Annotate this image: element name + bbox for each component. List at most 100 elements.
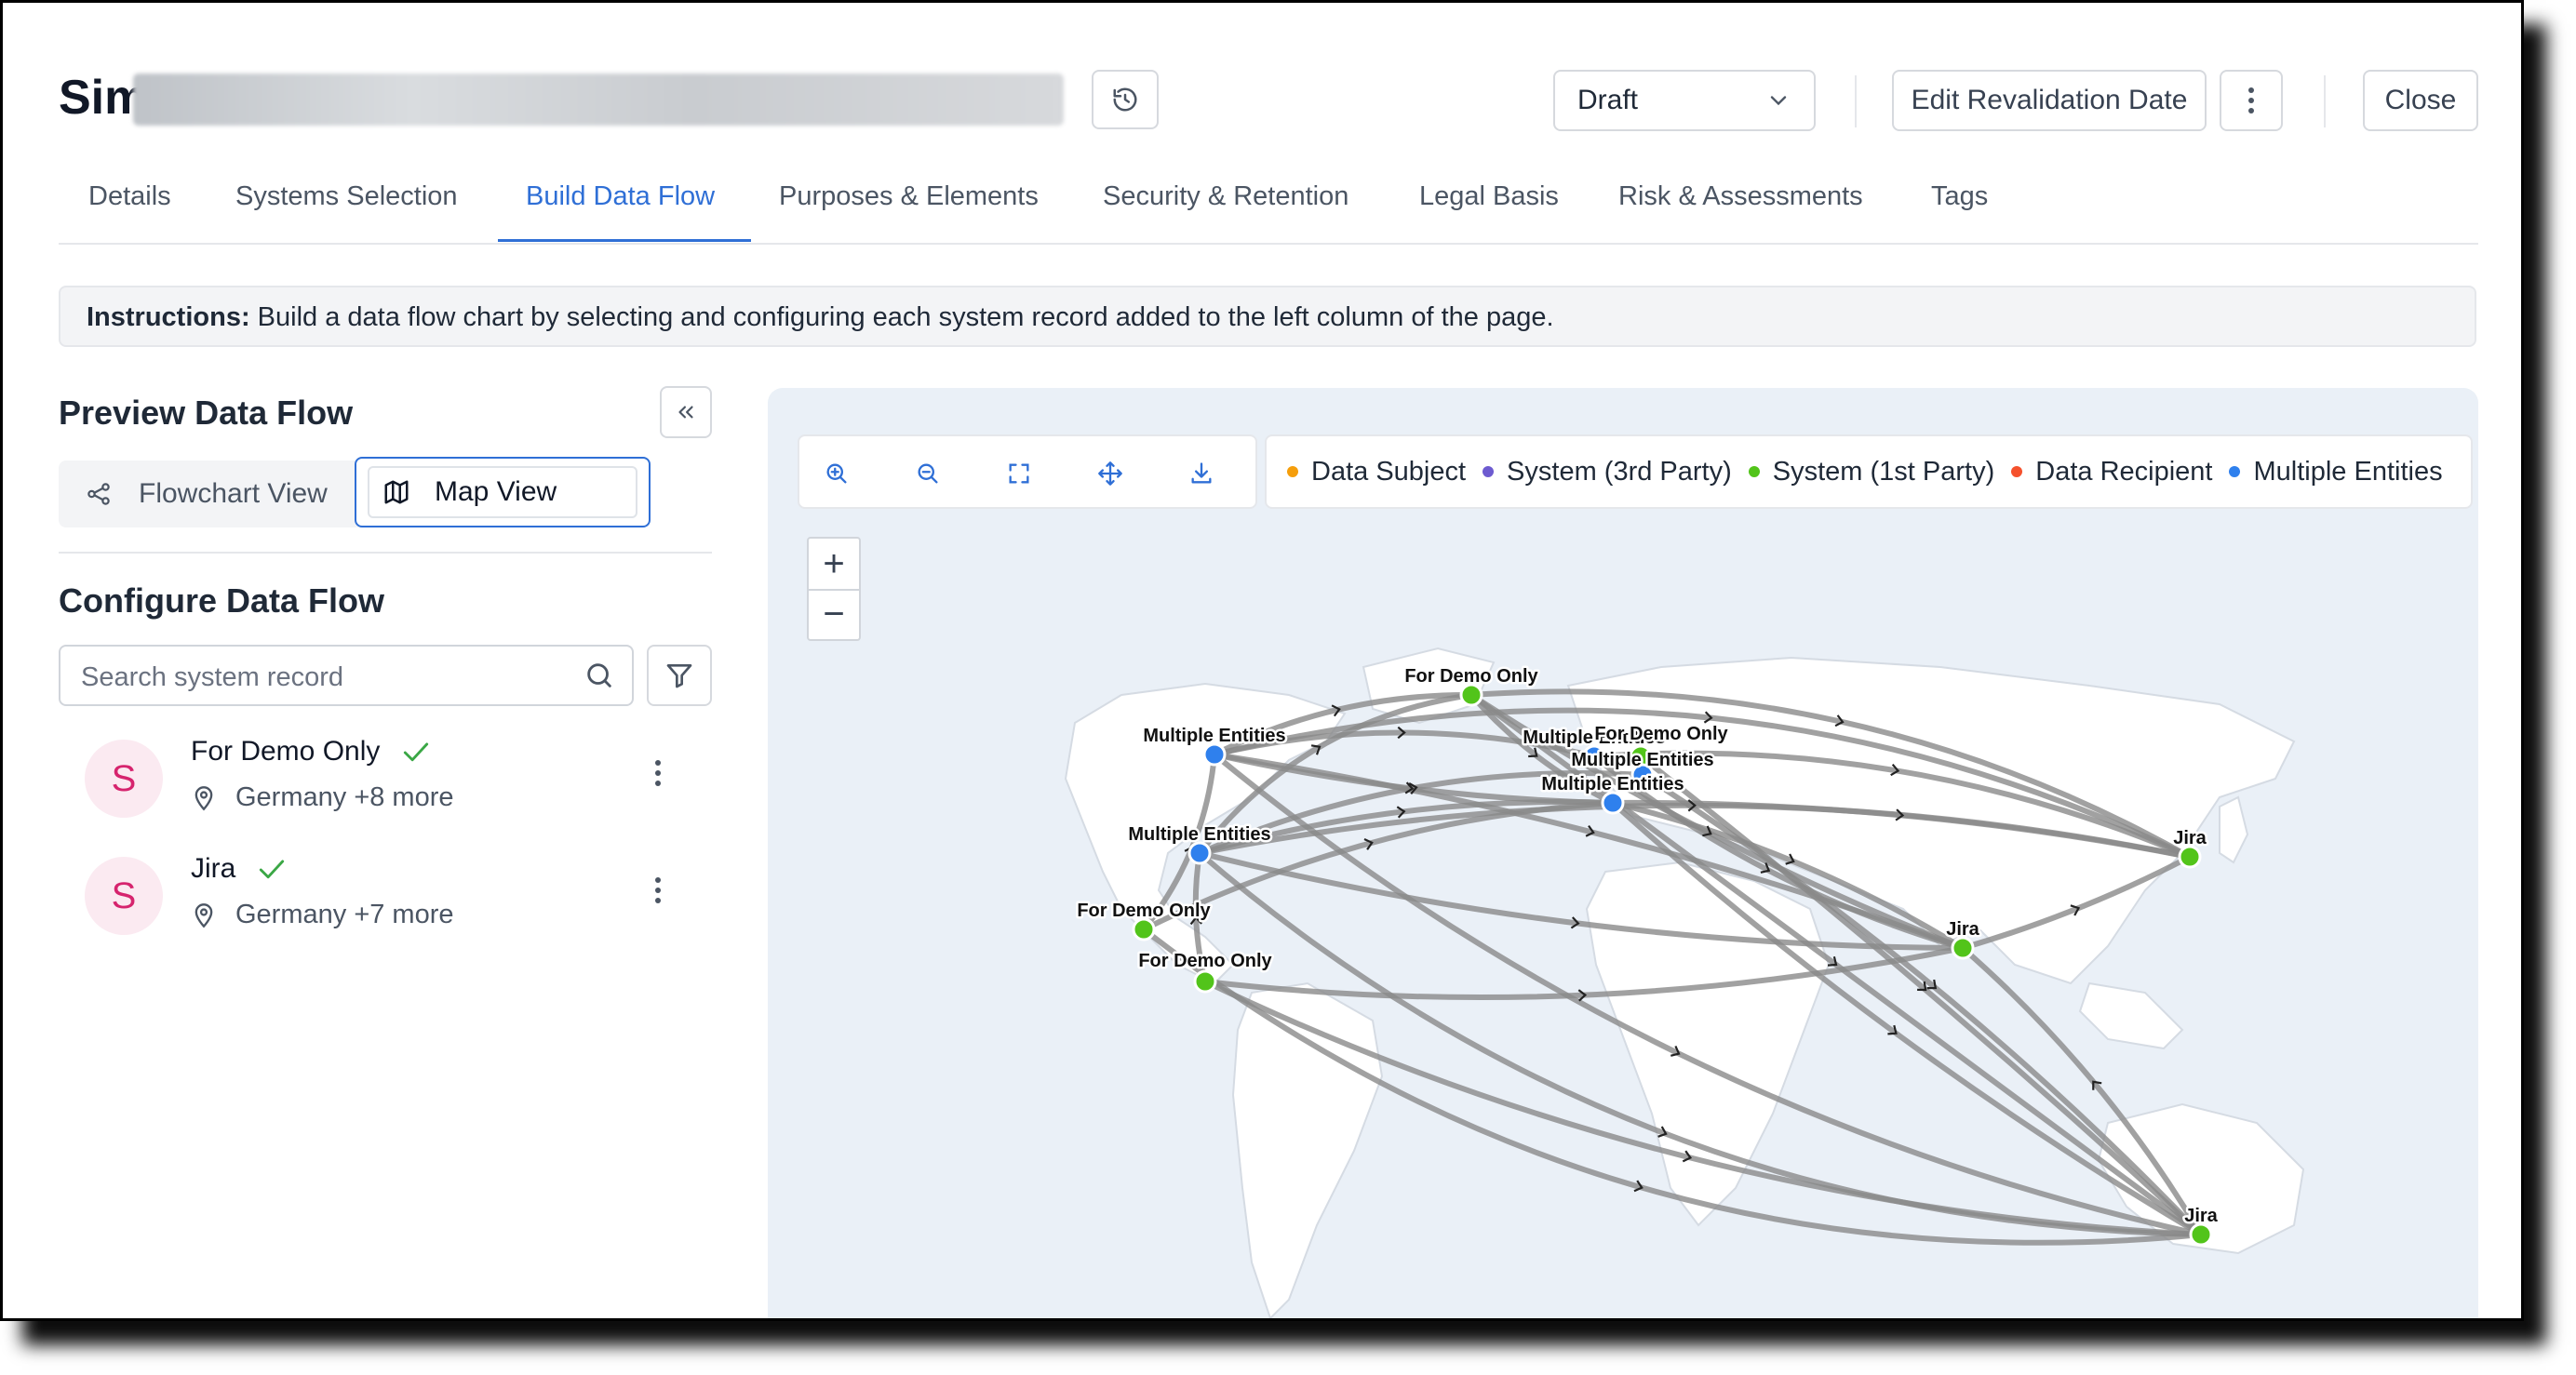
map-node-label: Jira xyxy=(2173,828,2207,848)
check-icon xyxy=(259,860,284,879)
map-node-demo-west-1[interactable] xyxy=(1132,917,1156,941)
edit-revalidation-date-button[interactable]: Edit Revalidation Date xyxy=(1892,70,2207,131)
filter-icon xyxy=(666,664,692,688)
map-node-multi-west-mid[interactable] xyxy=(1187,841,1212,865)
pan-tool[interactable] xyxy=(1092,455,1129,492)
download-icon xyxy=(1191,462,1212,484)
preview-title: Preview Data Flow xyxy=(59,394,354,432)
landmass-southeast-asia xyxy=(2078,981,2184,1050)
check-icon xyxy=(403,742,428,762)
tab-legal-basis[interactable]: Legal Basis xyxy=(1419,181,1559,212)
legend-item-multiple-entities: Multiple Entities xyxy=(2229,457,2443,487)
landmass-africa xyxy=(1585,861,1831,1227)
legend-item-third-party: System (3rd Party) xyxy=(1483,457,1732,487)
tab-bar: Details Systems Selection Build Data Flo… xyxy=(59,168,2478,245)
record-location-text: Germany +7 more xyxy=(235,900,454,929)
map-node-jira-east[interactable] xyxy=(2178,845,2202,869)
app-window: Sim Draft Edit Revalidation Date Close D… xyxy=(0,0,2524,1321)
flowchart-icon xyxy=(87,483,110,505)
tab-systems-selection[interactable]: Systems Selection xyxy=(235,181,458,212)
pan-icon xyxy=(1098,461,1122,486)
legend-label: Data Recipient xyxy=(2035,456,2213,487)
map-node-jira-india[interactable] xyxy=(1951,936,1975,960)
legend-dot xyxy=(1483,466,1495,477)
legend-dot xyxy=(2229,466,2241,477)
record-name: For Demo Only xyxy=(191,736,381,767)
map-panel: For Demo Only Multiple Entities Multiple E… xyxy=(768,388,2478,1318)
tab-purposes-elements[interactable]: Purposes & Elements xyxy=(779,181,1039,212)
map-node-label: For Demo Only xyxy=(1594,724,1728,744)
kebab-menu-icon xyxy=(655,760,661,786)
map-node-demo-north[interactable] xyxy=(1459,683,1483,707)
status-value: Draft xyxy=(1577,85,1639,115)
legend-item-data-recipient: Data Recipient xyxy=(2011,457,2212,487)
flowchart-view-label: Flowchart View xyxy=(139,478,328,509)
map-node-demo-west-2[interactable] xyxy=(1193,969,1217,994)
record-location: Germany +7 more xyxy=(191,900,454,930)
search-input[interactable] xyxy=(79,656,567,699)
map-node-label: Jira xyxy=(2184,1206,2218,1226)
view-toggle: Flowchart View Map View xyxy=(59,457,651,527)
map-view-button[interactable]: Map View xyxy=(355,457,651,527)
fit-screen-icon xyxy=(1009,463,1029,484)
more-options-button[interactable] xyxy=(2220,70,2283,131)
map-view-label: Map View xyxy=(435,476,557,507)
tab-build-data-flow[interactable]: Build Data Flow xyxy=(526,181,715,212)
status-select[interactable]: Draft xyxy=(1553,70,1816,131)
zoom-out-tool[interactable] xyxy=(909,455,946,492)
map-legend: Data Subject System (3rd Party) System (… xyxy=(1265,434,2473,509)
map-node-jira-aus[interactable] xyxy=(2189,1222,2213,1247)
location-pin-icon xyxy=(195,785,213,810)
tab-risk-assessments[interactable]: Risk & Assessments xyxy=(1618,181,1863,212)
record-more-button[interactable] xyxy=(639,862,677,918)
map-node-label: Multiple Entities xyxy=(1571,750,1713,770)
configure-title: Configure Data Flow xyxy=(59,581,384,620)
map-node-label: Multiple Entities xyxy=(1541,774,1684,794)
collapse-panel-button[interactable] xyxy=(660,386,712,438)
zoom-out-icon xyxy=(918,463,938,484)
redacted-title-text xyxy=(133,73,1064,126)
landmass-south-america xyxy=(1231,981,1384,1318)
map-toolbar xyxy=(798,434,1257,509)
legend-item-data-subject: Data Subject xyxy=(1287,457,1466,487)
record-item[interactable]: S Jira Germany +7 more xyxy=(59,849,712,952)
map-node-label: For Demo Only xyxy=(1138,951,1272,971)
legend-dot xyxy=(2011,466,2023,477)
kebab-menu-icon xyxy=(2248,87,2254,113)
history-icon xyxy=(1113,87,1137,112)
history-button[interactable] xyxy=(1092,70,1159,129)
divider xyxy=(59,552,712,554)
instructions-text: Build a data flow chart by selecting and… xyxy=(249,302,1554,332)
app: Sim Draft Edit Revalidation Date Close D… xyxy=(3,3,2521,1318)
record-location: Germany +8 more xyxy=(191,782,454,813)
record-more-button[interactable] xyxy=(639,745,677,801)
search-field[interactable] xyxy=(59,645,634,706)
map-zoom-out-button[interactable]: − xyxy=(809,589,859,639)
landmass-japan xyxy=(2219,795,2249,864)
close-button[interactable]: Close xyxy=(2363,70,2478,131)
location-pin-icon xyxy=(195,902,213,928)
tab-details[interactable]: Details xyxy=(88,181,171,212)
map-node-label: For Demo Only xyxy=(1077,901,1211,921)
legend-item-first-party: System (1st Party) xyxy=(1748,456,1995,487)
filter-button[interactable] xyxy=(647,645,712,706)
avatar: S xyxy=(85,740,163,818)
download-tool[interactable] xyxy=(1183,455,1220,492)
map-node-multi-west-top[interactable] xyxy=(1202,742,1227,767)
legend-label: System (3rd Party) xyxy=(1507,456,1732,487)
map-node-label: For Demo Only xyxy=(1404,666,1538,687)
legend-label: System (1st Party) xyxy=(1772,456,1995,487)
record-item[interactable]: S For Demo Only Germany +8 more xyxy=(59,732,712,834)
tab-tags[interactable]: Tags xyxy=(1931,181,1988,212)
avatar: S xyxy=(85,857,163,935)
kebab-menu-icon xyxy=(655,877,661,903)
flowchart-view-button[interactable]: Flowchart View xyxy=(85,461,328,527)
tab-security-retention[interactable]: Security & Retention xyxy=(1103,181,1348,212)
fit-screen-tool[interactable] xyxy=(1000,455,1038,492)
active-tab-indicator xyxy=(498,239,751,242)
divider xyxy=(2324,75,2326,127)
map-node-multi-eu-3[interactable] xyxy=(1601,791,1625,815)
map-zoom-in-button[interactable]: + xyxy=(809,539,859,591)
world-map[interactable]: For Demo Only Multiple Entities Multiple E… xyxy=(768,388,2478,1318)
zoom-in-tool[interactable] xyxy=(818,455,855,492)
